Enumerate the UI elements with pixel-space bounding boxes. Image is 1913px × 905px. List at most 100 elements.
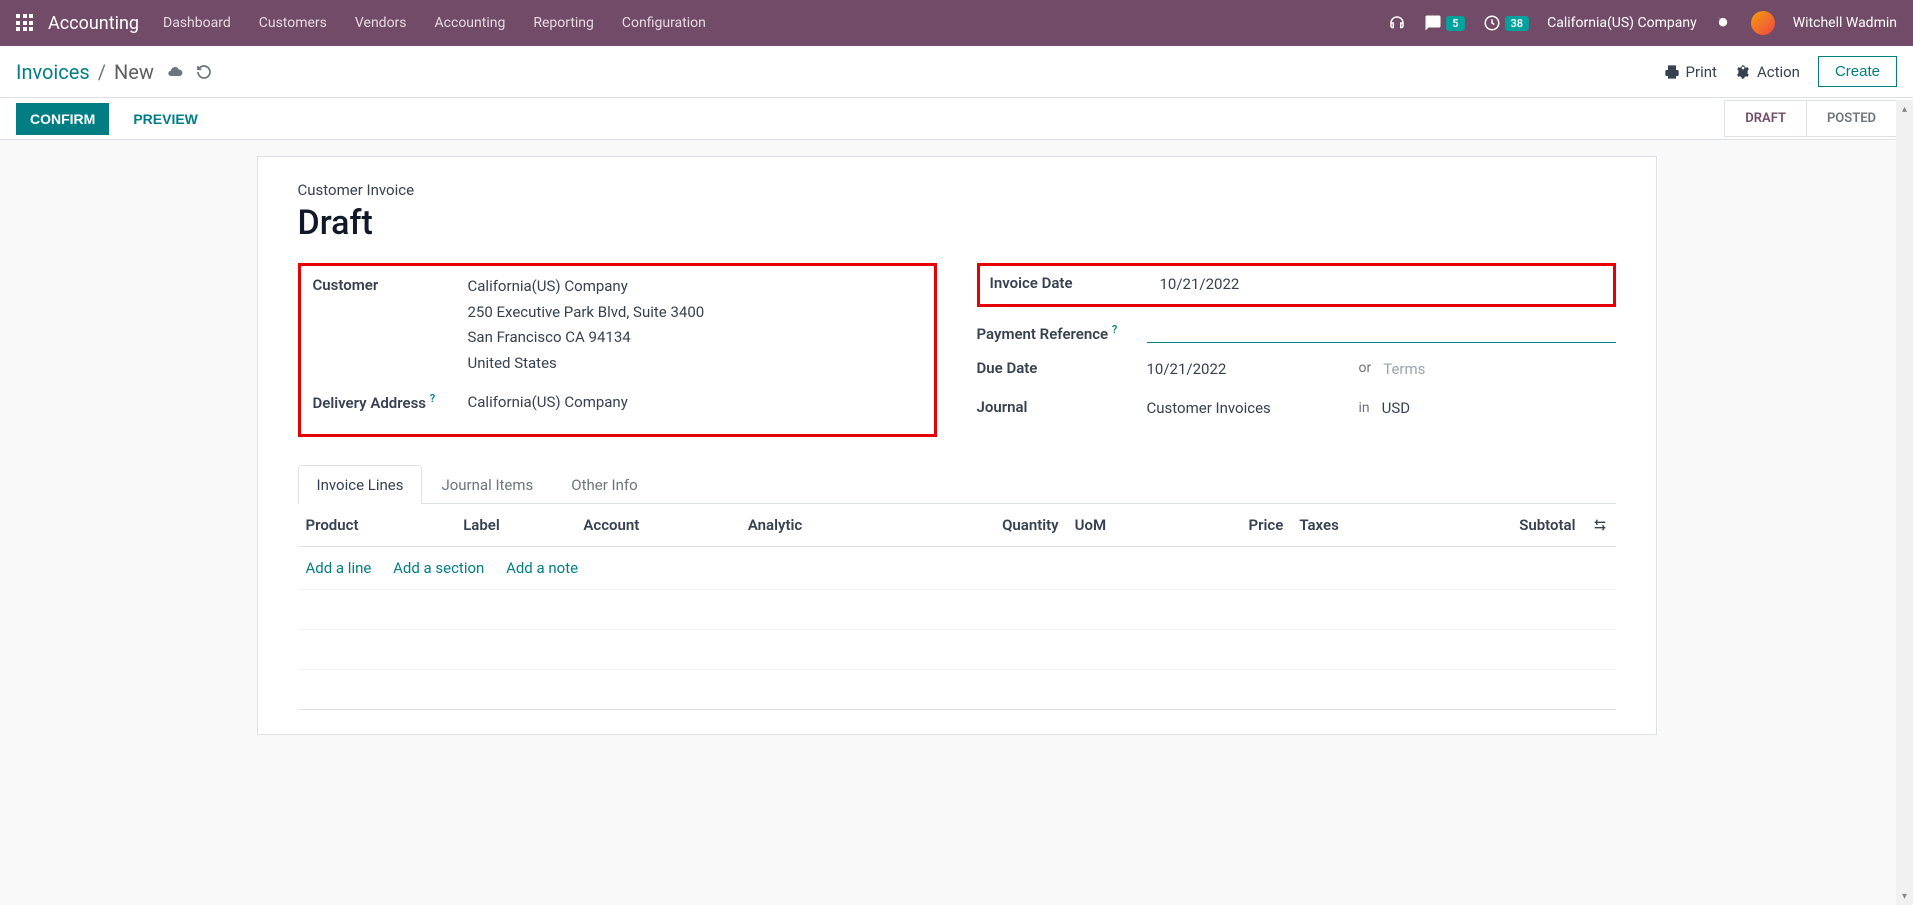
add-note-link[interactable]: Add a note <box>506 559 578 577</box>
journal-value[interactable]: Customer Invoices <box>1147 396 1347 422</box>
col-product[interactable]: Product <box>298 504 456 547</box>
activities-icon[interactable]: 38 <box>1483 14 1530 32</box>
journal-label: Journal <box>977 396 1147 416</box>
action-label: Action <box>1757 63 1800 81</box>
confirm-button[interactable]: CONFIRM <box>16 103 109 135</box>
highlight-customer-section: Customer California(US) Company 250 Exec… <box>298 263 937 437</box>
breadcrumb-current: New <box>114 60 154 84</box>
nav-right: 5 38 California(US) Company Witchell Wad… <box>1388 11 1897 35</box>
highlight-invoice-date-section: Invoice Date 10/21/2022 <box>977 263 1616 307</box>
tab-invoice-lines[interactable]: Invoice Lines <box>298 465 423 504</box>
col-quantity[interactable]: Quantity <box>901 504 1067 547</box>
nav-configuration[interactable]: Configuration <box>622 15 706 31</box>
status-bar: CONFIRM PREVIEW DRAFT POSTED <box>0 98 1913 140</box>
form-subtitle: Customer Invoice <box>298 181 1616 199</box>
add-line-link[interactable]: Add a line <box>306 559 372 577</box>
messages-badge: 5 <box>1446 16 1464 31</box>
activities-badge: 38 <box>1505 16 1530 31</box>
status-draft[interactable]: DRAFT <box>1724 100 1807 137</box>
preview-button[interactable]: PREVIEW <box>119 103 212 135</box>
add-actions-row: Add a line Add a section Add a note <box>298 546 1616 589</box>
address-line3: United States <box>468 351 922 377</box>
customer-label: Customer <box>313 274 468 294</box>
help-icon[interactable]: ? <box>430 392 435 405</box>
form-columns: Customer California(US) Company 250 Exec… <box>298 263 1616 447</box>
col-subtotal[interactable]: Subtotal <box>1418 504 1583 547</box>
company-switcher[interactable]: California(US) Company <box>1547 15 1697 31</box>
empty-row <box>298 589 1616 629</box>
cloud-save-icon[interactable] <box>166 64 184 80</box>
invoice-date-value[interactable]: 10/21/2022 <box>1160 272 1603 298</box>
breadcrumb-root[interactable]: Invoices <box>16 60 90 84</box>
customer-name: California(US) Company <box>468 274 922 300</box>
main-navbar: Accounting Dashboard Customers Vendors A… <box>0 0 1913 46</box>
help-icon[interactable]: ? <box>1112 323 1117 336</box>
field-invoice-date: Invoice Date 10/21/2022 <box>990 272 1603 298</box>
support-icon[interactable] <box>1388 14 1406 32</box>
col-taxes[interactable]: Taxes <box>1291 504 1418 547</box>
col-options[interactable] <box>1584 504 1616 547</box>
due-date-value[interactable]: 10/21/2022 <box>1147 357 1347 383</box>
field-journal: Journal Customer Invoices in USD <box>977 396 1616 422</box>
col-account[interactable]: Account <box>575 504 739 547</box>
print-button[interactable]: Print <box>1664 63 1717 81</box>
user-name[interactable]: Witchell Wadmin <box>1793 15 1897 31</box>
control-panel-right: Print Action Create <box>1664 56 1897 87</box>
due-or-text: or <box>1359 357 1372 381</box>
delivery-label: Delivery Address ? <box>313 390 468 412</box>
address-line1: 250 Executive Park Blvd, Suite 3400 <box>468 300 922 326</box>
form-tabs: Invoice Lines Journal Items Other Info <box>298 465 1616 504</box>
col-uom[interactable]: UoM <box>1067 504 1176 547</box>
breadcrumb: Invoices / New <box>16 60 212 84</box>
scroll-up-icon[interactable]: ▴ <box>1896 100 1913 118</box>
messages-icon[interactable]: 5 <box>1424 14 1464 32</box>
field-payment-ref: Payment Reference ? <box>977 321 1616 343</box>
col-analytic[interactable]: Analytic <box>740 504 901 547</box>
col-price[interactable]: Price <box>1175 504 1291 547</box>
form-col-right: Invoice Date 10/21/2022 Payment Referenc… <box>977 263 1616 447</box>
field-customer: Customer California(US) Company 250 Exec… <box>313 274 922 376</box>
avatar[interactable] <box>1751 11 1775 35</box>
nav-dashboard[interactable]: Dashboard <box>163 15 231 31</box>
journal-in-text: in <box>1359 397 1370 421</box>
debug-icon[interactable] <box>1715 14 1733 32</box>
control-panel: Invoices / New Print Action Create <box>0 46 1913 98</box>
payment-terms-placeholder[interactable]: Terms <box>1383 357 1425 383</box>
customer-value[interactable]: California(US) Company 250 Executive Par… <box>468 274 922 376</box>
col-label[interactable]: Label <box>455 504 575 547</box>
nav-reporting[interactable]: Reporting <box>533 15 594 31</box>
print-label: Print <box>1686 63 1717 81</box>
delivery-value[interactable]: California(US) Company <box>468 390 922 416</box>
nav-customers[interactable]: Customers <box>259 15 327 31</box>
due-date-value-group: 10/21/2022 or Terms <box>1147 357 1616 383</box>
form-col-left: Customer California(US) Company 250 Exec… <box>298 263 937 447</box>
address-line2: San Francisco CA 94134 <box>468 325 922 351</box>
apps-icon[interactable] <box>16 14 34 32</box>
nav-vendors[interactable]: Vendors <box>355 15 407 31</box>
field-delivery: Delivery Address ? California(US) Compan… <box>313 390 922 416</box>
form-sheet: Customer Invoice Draft Customer Californ… <box>257 156 1657 735</box>
status-posted[interactable]: POSTED <box>1807 100 1897 137</box>
discard-icon[interactable] <box>196 64 212 80</box>
nav-accounting[interactable]: Accounting <box>435 15 506 31</box>
app-brand[interactable]: Accounting <box>48 13 139 34</box>
due-date-label: Due Date <box>977 357 1147 377</box>
sheet-wrap: Customer Invoice Draft Customer Californ… <box>0 140 1913 751</box>
add-section-link[interactable]: Add a section <box>393 559 484 577</box>
payment-ref-input[interactable] <box>1147 321 1616 343</box>
create-button[interactable]: Create <box>1818 56 1897 87</box>
empty-row <box>298 629 1616 669</box>
tab-other-info[interactable]: Other Info <box>552 465 656 504</box>
table-header-row: Product Label Account Analytic Quantity … <box>298 504 1616 547</box>
scrollbar[interactable]: ▴ ▾ <box>1896 100 1913 905</box>
tab-journal-items[interactable]: Journal Items <box>422 465 552 504</box>
breadcrumb-separator: / <box>98 60 106 84</box>
action-button[interactable]: Action <box>1735 63 1800 81</box>
nav-menu: Dashboard Customers Vendors Accounting R… <box>163 15 706 31</box>
journal-value-group: Customer Invoices in USD <box>1147 396 1616 422</box>
journal-currency[interactable]: USD <box>1382 396 1410 422</box>
form-title: Draft <box>298 203 1616 243</box>
status-arrows: DRAFT POSTED <box>1724 100 1897 137</box>
scroll-down-icon[interactable]: ▾ <box>1896 887 1913 905</box>
invoice-lines-table: Product Label Account Analytic Quantity … <box>298 504 1616 710</box>
